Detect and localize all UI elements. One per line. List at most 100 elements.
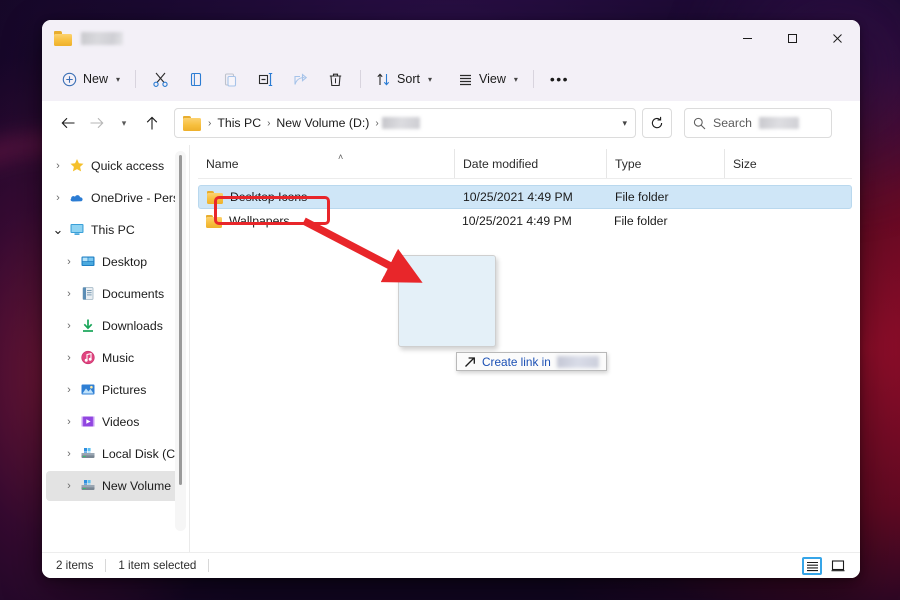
file-name-label: Desktop Icons	[230, 190, 307, 204]
sidebar-item-local-disk-c[interactable]: ›Local Disk (C:)	[46, 439, 186, 469]
refresh-button[interactable]	[642, 108, 672, 138]
breadcrumb-this-pc[interactable]: This PC	[214, 114, 264, 132]
status-bar: 2 items 1 item selected	[42, 552, 860, 578]
monitor-icon	[69, 222, 85, 237]
window-controls	[725, 20, 860, 57]
drive-icon	[80, 446, 97, 462]
table-row[interactable]: Desktop Icons10/25/2021 4:49 PMFile fold…	[198, 185, 852, 209]
sidebar-item-label: Quick access	[91, 159, 164, 173]
sidebar-item-documents[interactable]: ›Documents	[46, 279, 186, 309]
chevron-down-icon: ▾	[122, 118, 127, 129]
cloud-icon	[69, 190, 86, 206]
chevron-down-icon: ▾	[116, 75, 120, 84]
file-name-cell[interactable]: Desktop Icons	[199, 190, 455, 204]
toolbar-divider-3	[533, 70, 534, 88]
videos-icon	[80, 414, 96, 429]
sidebar-item-label: Pictures	[102, 383, 146, 397]
desktop-icon	[80, 254, 97, 270]
large-icons-view-button[interactable]	[828, 557, 848, 575]
window-title-redacted	[81, 32, 123, 45]
up-button[interactable]	[138, 109, 166, 137]
scissors-icon	[152, 71, 169, 88]
sidebar-item-label: Desktop	[102, 255, 147, 269]
title-bar	[42, 20, 860, 57]
view-icon	[458, 72, 473, 87]
column-header-name-label: Name	[206, 157, 239, 171]
search-input[interactable]: Search	[684, 108, 832, 138]
chevron-right-icon[interactable]: ›	[63, 320, 75, 332]
sidebar-item-pictures[interactable]: › Pictures	[46, 375, 186, 405]
chevron-right-icon[interactable]: ›	[63, 416, 75, 428]
recent-locations-button[interactable]: ▾	[110, 109, 138, 137]
delete-button[interactable]	[318, 64, 353, 94]
forward-button[interactable]	[82, 109, 110, 137]
up-arrow-icon	[145, 116, 159, 131]
chevron-right-icon[interactable]: ›	[63, 288, 75, 300]
sort-button-label: Sort	[397, 72, 420, 86]
chevron-right-icon[interactable]: ›	[63, 352, 75, 364]
chevron-down-icon: ▾	[514, 75, 518, 84]
chevron-right-icon[interactable]: ›	[52, 192, 64, 204]
drag-drop-tooltip: Create link in	[456, 352, 607, 371]
chevron-right-icon[interactable]: ›	[63, 384, 75, 396]
rename-button[interactable]	[248, 64, 283, 94]
sidebar-item-onedrive-perso[interactable]: ›OneDrive - Perso	[46, 183, 186, 213]
documents-icon	[80, 286, 97, 302]
sidebar-item-videos[interactable]: ›Videos	[46, 407, 186, 437]
chevron-right-icon[interactable]: ›	[63, 256, 75, 268]
address-bar[interactable]: › This PC › New Volume (D:) › ▾	[174, 108, 636, 138]
maximize-button[interactable]	[770, 20, 815, 57]
copy-button[interactable]	[178, 64, 213, 94]
chevron-right-icon[interactable]: ›	[63, 448, 75, 460]
chevron-right-icon[interactable]: ›	[52, 160, 64, 172]
folder-icon	[207, 191, 223, 204]
sidebar-item-quick-access[interactable]: › Quick access	[46, 151, 186, 181]
sidebar-item-downloads[interactable]: ›Downloads	[46, 311, 186, 341]
chevron-right-icon[interactable]: ›	[63, 480, 75, 492]
minimize-button[interactable]	[725, 20, 770, 57]
details-view-button[interactable]	[802, 557, 822, 575]
sort-button[interactable]: Sort ▾	[368, 64, 440, 94]
sort-icon	[376, 72, 391, 87]
column-header-type[interactable]: Type	[606, 149, 724, 178]
sidebar-item-music[interactable]: ›Music	[46, 343, 186, 373]
pictures-icon	[80, 382, 97, 398]
see-more-button[interactable]: •••	[541, 64, 578, 94]
sidebar-scrollbar[interactable]	[175, 151, 186, 531]
item-count-label: 2 items	[56, 559, 93, 572]
desktop-icon	[80, 254, 96, 269]
column-header-size[interactable]: Size	[724, 149, 804, 178]
navigation-list: ›Quick access›OneDrive - Perso⌄This PC›D…	[42, 151, 190, 501]
ellipsis-icon: •••	[550, 74, 569, 84]
back-button[interactable]	[54, 109, 82, 137]
chevron-down-icon[interactable]: ▾	[622, 118, 629, 129]
new-button[interactable]: New ▾	[54, 64, 128, 94]
paste-button[interactable]	[213, 64, 248, 94]
toolbar-divider-2	[360, 70, 361, 88]
sidebar-item-this-pc[interactable]: ⌄This PC	[46, 215, 186, 245]
table-row[interactable]: Wallpapers10/25/2021 4:49 PMFile folder	[198, 209, 852, 233]
file-name-cell[interactable]: Wallpapers	[198, 214, 454, 228]
breadcrumb-new-volume[interactable]: New Volume (D:)	[273, 114, 372, 132]
sidebar-item-new-volume-d[interactable]: ›New Volume (D	[46, 471, 186, 501]
file-date-cell: 10/25/2021 4:49 PM	[455, 190, 607, 204]
column-header-name[interactable]: Name ˄	[198, 149, 454, 178]
chevron-down-icon[interactable]: ⌄	[52, 222, 64, 238]
sidebar-item-desktop[interactable]: › Desktop	[46, 247, 186, 277]
breadcrumb-current-redacted[interactable]	[382, 117, 420, 129]
toolbar-divider	[135, 70, 136, 88]
status-divider	[105, 559, 106, 572]
column-header-date[interactable]: Date modified	[454, 149, 606, 178]
monitor-icon	[69, 222, 86, 238]
close-button[interactable]	[815, 20, 860, 57]
star-icon	[69, 158, 85, 173]
sidebar-scrollbar-thumb[interactable]	[179, 155, 182, 485]
trash-icon	[327, 71, 344, 88]
cut-button[interactable]	[143, 64, 178, 94]
breadcrumb-separator: ›	[208, 118, 211, 129]
cloud-icon	[69, 190, 85, 205]
view-button[interactable]: View ▾	[450, 64, 526, 94]
window-body: ›Quick access›OneDrive - Perso⌄This PC›D…	[42, 145, 860, 552]
music-icon	[80, 350, 96, 365]
share-button[interactable]	[283, 64, 318, 94]
